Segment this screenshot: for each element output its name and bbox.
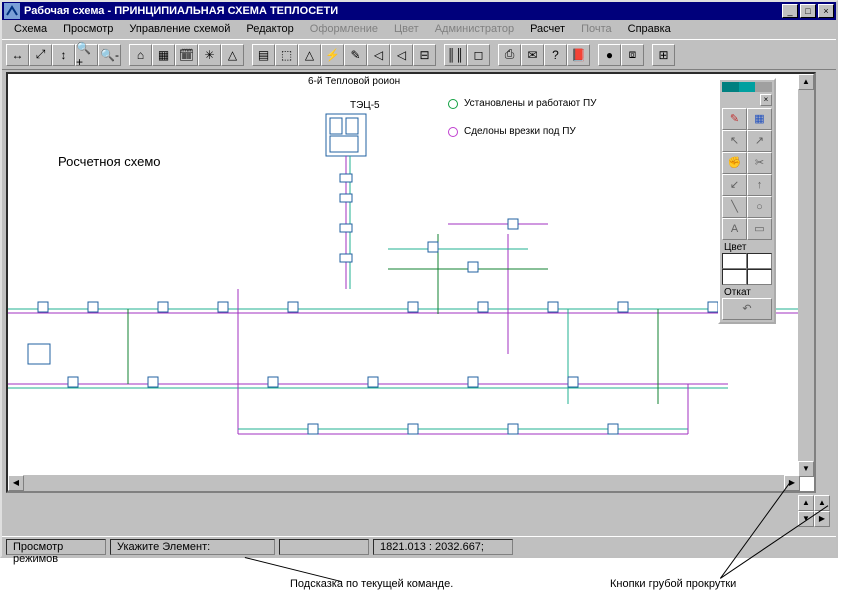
canvas-title: 6-й Тепловой роион [308,76,400,87]
menu-item-9[interactable]: Справка [620,22,679,39]
statusbar: Просмотр режимов Укажите Элемент: 1821.0… [2,536,836,556]
scissors-icon[interactable]: ✂ [747,152,772,174]
menubar: СхемаПросмотрУправление схемойРедакторОф… [2,20,836,39]
arrow-nw-icon[interactable]: ↖ [722,130,747,152]
scroll-left-button[interactable]: ◀ [8,475,24,491]
network-svg [8,74,800,477]
arrow-up-icon[interactable]: ↑ [747,174,772,196]
toolbar-button-2-2[interactable]: △ [298,44,321,66]
client-area: 6-й Тепловой роион ТЭЦ-5 Росчетноя схемо… [2,69,836,556]
menu-item-5: Цвет [386,22,427,39]
maximize-button[interactable]: □ [800,4,816,18]
toolbar-button-2-0[interactable]: ▤ [252,44,275,66]
palette-colorbar [722,82,772,92]
undo-section-label: Откат [722,285,772,298]
legend-text-2: Сделоны врезки под ПУ [464,126,576,137]
toolbar-button-0-4[interactable]: 🔍- [98,44,121,66]
scroll-right-button[interactable]: ▶ [784,475,800,491]
rect-icon[interactable]: ▭ [747,218,772,240]
toolbar-button-2-1[interactable]: ⬚ [275,44,298,66]
status-mode: Просмотр режимов [6,539,106,555]
legend-item-1: Установлены и работают ПУ [448,98,597,109]
toolbar-button-2-7[interactable]: ⊟ [413,44,436,66]
toolbar-button-0-1[interactable]: ⤢ [29,44,52,66]
toolbar-button-1-2[interactable]: 🗓 [175,44,198,66]
menu-item-2[interactable]: Управление схемой [121,22,238,39]
legend-item-2: Сделоны врезки под ПУ [448,126,576,137]
color-swatch[interactable] [722,253,747,269]
legend-circle-icon [448,127,458,137]
menu-item-0[interactable]: Схема [6,22,55,39]
horizontal-scrollbar[interactable]: ◀ ▶ [8,475,800,491]
arrow-sw-icon[interactable]: ↙ [722,174,747,196]
menu-item-6: Администратор [427,22,522,39]
legend-circle-icon [448,99,458,109]
color-section-label: Цвет [722,240,772,253]
toolbar-button-3-1[interactable]: ◻ [467,44,490,66]
toolbar-button-4-3[interactable]: 📕 [567,44,590,66]
canvas-frame: 6-й Тепловой роион ТЭЦ-5 Росчетноя схемо… [6,72,816,493]
color-swatch[interactable] [747,269,772,285]
undo-button[interactable]: ↶ [722,298,772,320]
toolbar-button-1-1[interactable]: ▦ [152,44,175,66]
annotation-hint: Подсказка по текущей команде. [290,578,453,590]
toolbar-button-0-2[interactable]: ↕ [52,44,75,66]
tool-palette: × ✎ ▦ ↖ ↗ ✊ ✂ ↙ [718,78,776,324]
color-swatch[interactable] [747,253,772,269]
minimize-button[interactable]: _ [782,4,798,18]
toolbar-button-0-0[interactable]: ↔ [6,44,29,66]
status-prompt: Укажите Элемент: [110,539,275,555]
menu-item-1[interactable]: Просмотр [55,22,121,39]
line-icon[interactable]: ╲ [722,196,747,218]
coarse-up-button[interactable]: ▲ [798,495,814,511]
color-grid [722,253,772,285]
toolbar-button-0-3[interactable]: 🔍+ [75,44,98,66]
circle-icon[interactable]: ○ [747,196,772,218]
text-icon[interactable]: A [722,218,747,240]
schematic-canvas[interactable]: 6-й Тепловой роион ТЭЦ-5 Росчетноя схемо… [8,74,800,477]
toolbar-button-2-3[interactable]: ⚡ [321,44,344,66]
scroll-up-button[interactable]: ▲ [798,74,814,90]
window-title: Рабочая схема - ПРИНЦИПИАЛЬНАЯ СХЕМА ТЕП… [24,5,780,17]
schema-caption: Росчетноя схемо [58,154,161,169]
palette-tool-a[interactable]: ✎ [722,108,747,130]
toolbar-button-5-0[interactable]: ● [598,44,621,66]
toolbar-button-4-2[interactable]: ? [544,44,567,66]
legend-text-1: Установлены и работают ПУ [464,98,597,109]
titlebar: Рабочая схема - ПРИНЦИПИАЛЬНАЯ СХЕМА ТЕП… [2,2,836,20]
toolbar-button-1-0[interactable]: ⌂ [129,44,152,66]
app-window: Рабочая схема - ПРИНЦИПИАЛЬНАЯ СХЕМА ТЕП… [0,0,838,558]
status-coords: 1821.013 : 2032.667; [373,539,513,555]
menu-item-7[interactable]: Расчет [522,22,573,39]
source-label: ТЭЦ-5 [350,100,380,111]
toolbar-button-5-1[interactable]: ⧈ [621,44,644,66]
toolbar-button-2-5[interactable]: ◁ [367,44,390,66]
color-swatch[interactable] [722,269,747,285]
grab-icon[interactable]: ✊ [722,152,747,174]
toolbar-button-4-1[interactable]: ✉ [521,44,544,66]
toolbar-button-2-4[interactable]: ✎ [344,44,367,66]
toolbar-button-3-0[interactable]: ║║ [444,44,467,66]
toolbar-button-4-0[interactable]: ⎙ [498,44,521,66]
arrow-ne-icon[interactable]: ↗ [747,130,772,152]
palette-tool-b[interactable]: ▦ [747,108,772,130]
annotation-coarse: Кнопки грубой прокрутки [610,578,736,590]
scroll-down-button[interactable]: ▼ [798,461,814,477]
menu-item-4: Оформление [302,22,386,39]
vertical-scrollbar[interactable]: ▲ ▼ [798,74,814,477]
toolbar: ↔⤢↕🔍+🔍-⌂▦🗓✳△▤⬚△⚡✎◁◁⊟║║◻⎙✉?📕●⧈⊞ [2,39,836,69]
toolbar-button-6-0[interactable]: ⊞ [652,44,675,66]
menu-item-8: Почта [573,22,620,39]
close-button[interactable]: × [818,4,834,18]
menu-item-3[interactable]: Редактор [238,22,301,39]
toolbar-button-2-6[interactable]: ◁ [390,44,413,66]
palette-close-button[interactable]: × [760,94,772,106]
toolbar-button-1-3[interactable]: ✳ [198,44,221,66]
toolbar-button-1-4[interactable]: △ [221,44,244,66]
app-icon [4,3,20,19]
status-empty [279,539,369,555]
